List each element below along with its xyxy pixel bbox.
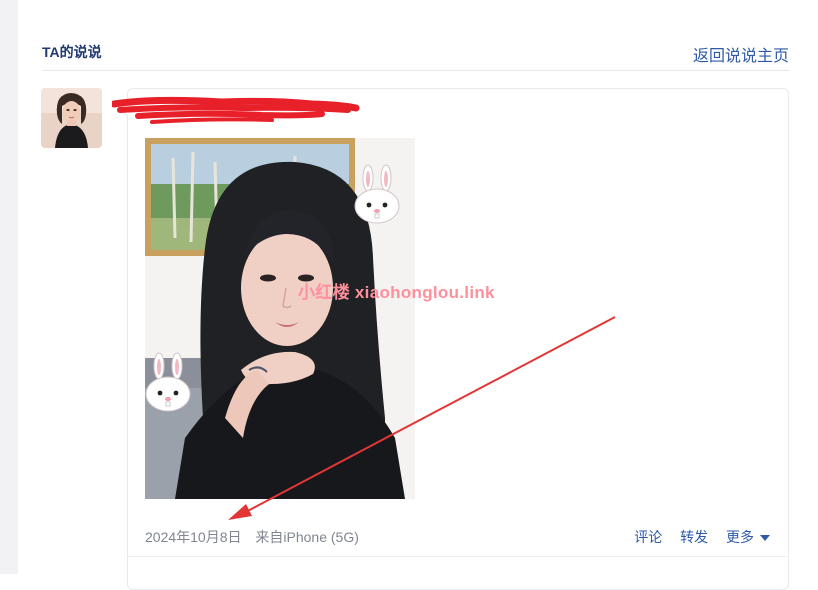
caret-down-icon <box>760 535 770 542</box>
avatar-image <box>41 88 102 148</box>
redacted-username <box>112 96 360 124</box>
back-to-feed-link[interactable]: 返回说说主页 <box>693 42 789 66</box>
page-title: TA的说说 <box>42 44 102 60</box>
divider <box>127 556 787 557</box>
left-margin-strip <box>0 0 18 574</box>
watermark-text: 小红楼 xiaohonglou.link <box>298 283 495 302</box>
comment-button[interactable]: 评论 <box>634 529 662 545</box>
forward-button[interactable]: 转发 <box>680 529 708 545</box>
photo-image <box>145 138 415 499</box>
page-header: TA的说说 返回说说主页 <box>42 38 789 71</box>
post-actions: 评论 转发 更多 <box>620 527 770 547</box>
more-button[interactable]: 更多 <box>726 529 770 545</box>
post-meta: 2024年10月8日 来自iPhone (5G) <box>145 527 369 547</box>
avatar[interactable] <box>41 88 102 148</box>
post-date: 2024年10月8日 <box>145 529 242 545</box>
more-label: 更多 <box>726 529 754 545</box>
post-photo[interactable] <box>145 138 415 499</box>
post-source: 来自iPhone (5G) <box>255 529 359 545</box>
